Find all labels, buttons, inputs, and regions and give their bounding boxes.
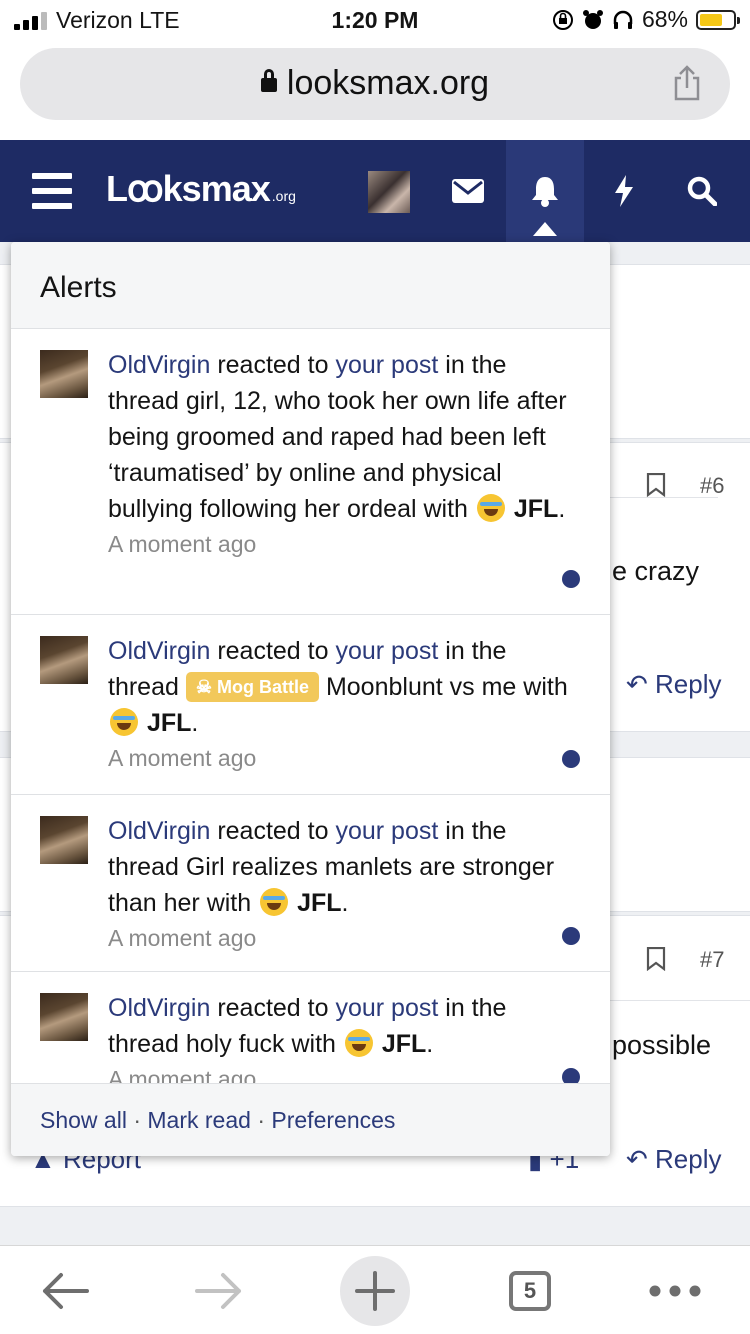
- alert-timestamp: A moment ago: [108, 1066, 257, 1083]
- laughing-crying-emoji-icon: [344, 1029, 373, 1057]
- address-bar[interactable]: looksmax.org: [20, 48, 730, 120]
- alert-post-link[interactable]: your post: [335, 817, 438, 845]
- post-number[interactable]: #6: [700, 473, 724, 499]
- alert-username[interactable]: OldVirgin: [108, 351, 210, 379]
- laughing-crying-emoji-icon: [110, 708, 138, 736]
- url-text: looksmax.org: [286, 64, 490, 102]
- post-snippet: e crazy: [612, 556, 700, 586]
- preferences-link[interactable]: Preferences: [271, 1107, 395, 1133]
- envelope-icon: [452, 179, 484, 203]
- status-bar: Verizon LTE 1:20 PM 68%: [0, 0, 750, 40]
- alert-username[interactable]: OldVirgin: [108, 637, 210, 665]
- bell-icon: [532, 177, 558, 207]
- plus-icon: [340, 1255, 410, 1326]
- forward-button[interactable]: [184, 1246, 254, 1334]
- alert-username[interactable]: OldVirgin: [108, 994, 210, 1022]
- alert-item[interactable]: OldVirgin reacted to your post in the th…: [11, 795, 610, 972]
- alert-timestamp: A moment ago: [108, 925, 257, 951]
- alerts-list[interactable]: OldVirgin reacted to your post in the th…: [11, 329, 610, 1083]
- reply-icon: ↶: [626, 1144, 648, 1174]
- unread-indicator[interactable]: [562, 570, 580, 588]
- bolt-icon: [615, 175, 633, 207]
- alert-text: OldVirgin reacted to your post in the th…: [108, 813, 578, 955]
- thread-prefix-badge: ☠ Mog Battle: [185, 672, 319, 702]
- alerts-title: Alerts: [40, 271, 117, 304]
- conversations-button[interactable]: [430, 140, 506, 242]
- user-avatar[interactable]: [40, 350, 88, 398]
- alarm-icon: [582, 9, 603, 29]
- alert-thread-title[interactable]: holy fuck: [186, 1030, 285, 1058]
- whats-new-button[interactable]: [586, 140, 662, 242]
- user-avatar[interactable]: [40, 816, 88, 864]
- alert-item[interactable]: OldVirgin reacted to your post in the th…: [11, 615, 610, 795]
- back-icon: [43, 1272, 89, 1309]
- alert-thread-title[interactable]: Moonblunt vs me: [326, 673, 516, 701]
- site-navbar: Lꝏksmax .org: [0, 140, 750, 242]
- user-avatar[interactable]: [40, 636, 88, 684]
- menu-icon[interactable]: [32, 173, 72, 209]
- user-avatar[interactable]: [40, 993, 88, 1041]
- post-number[interactable]: #7: [700, 947, 724, 973]
- post-snippet: possible: [612, 1030, 712, 1060]
- alerts-footer: Show all · Mark read · Preferences: [11, 1083, 610, 1156]
- unread-indicator[interactable]: [562, 927, 580, 945]
- mark-read-link[interactable]: Mark read: [147, 1107, 251, 1133]
- url-display[interactable]: looksmax.org: [20, 64, 730, 103]
- footer-separator: ·: [133, 1107, 141, 1133]
- alert-post-link[interactable]: your post: [335, 637, 438, 665]
- footer-separator: ·: [257, 1107, 265, 1133]
- unread-indicator[interactable]: [562, 750, 580, 768]
- account-avatar[interactable]: [368, 171, 410, 213]
- new-tab-button[interactable]: [340, 1246, 410, 1334]
- forward-icon: [195, 1272, 241, 1309]
- alert-text: OldVirgin reacted to your post in the th…: [108, 347, 578, 561]
- rotation-lock-icon: [552, 9, 573, 30]
- tabs-button[interactable]: 5: [498, 1246, 562, 1334]
- reply-icon: ↶: [626, 669, 648, 699]
- tab-count: 5: [509, 1270, 551, 1311]
- search-button[interactable]: [664, 140, 740, 242]
- back-button[interactable]: [30, 1246, 100, 1334]
- alert-timestamp: A moment ago: [108, 745, 257, 771]
- alert-username[interactable]: OldVirgin: [108, 817, 210, 845]
- bookmark-icon[interactable]: [646, 473, 666, 497]
- alert-item[interactable]: OldVirgin reacted to your post in the th…: [11, 329, 610, 615]
- battery-icon: [696, 9, 740, 30]
- headphones-icon: [613, 10, 633, 29]
- site-logo[interactable]: Lꝏksmax .org: [106, 168, 296, 210]
- laughing-crying-emoji-icon: [260, 888, 289, 916]
- alert-text: OldVirgin reacted to your post in the th…: [108, 633, 578, 775]
- reply-button[interactable]: ↶ Reply: [626, 669, 722, 700]
- reply-button[interactable]: ↶ Reply: [626, 1144, 722, 1175]
- reaction-name: JFL: [146, 709, 192, 737]
- share-icon[interactable]: [672, 64, 702, 102]
- popup-pointer: [533, 222, 557, 236]
- alert-item[interactable]: OldVirgin reacted to your post in the th…: [11, 972, 610, 1083]
- alert-post-link[interactable]: your post: [335, 994, 438, 1022]
- alerts-header: Alerts: [11, 242, 610, 329]
- lock-icon: [260, 69, 277, 92]
- alert-post-link[interactable]: your post: [335, 351, 438, 379]
- alert-text: OldVirgin reacted to your post in the th…: [108, 990, 578, 1083]
- show-all-link[interactable]: Show all: [40, 1107, 127, 1133]
- alerts-popup: Alerts OldVirgin reacted to your post in…: [11, 242, 610, 1156]
- browser-toolbar: 5: [0, 1245, 750, 1334]
- status-right: 68%: [552, 6, 740, 33]
- alert-timestamp: A moment ago: [108, 531, 257, 557]
- reaction-name: JFL: [513, 495, 559, 523]
- laughing-crying-emoji-icon: [476, 494, 505, 522]
- reaction-name: JFL: [381, 1030, 427, 1058]
- unread-indicator[interactable]: [562, 1068, 580, 1083]
- skull-icon: ☠: [195, 677, 212, 697]
- reaction-name: JFL: [297, 889, 342, 917]
- bookmark-icon[interactable]: [646, 947, 666, 971]
- more-icon: [649, 1285, 701, 1296]
- battery-percent: 68%: [641, 6, 688, 32]
- search-icon: [687, 176, 717, 206]
- more-button[interactable]: [640, 1246, 710, 1334]
